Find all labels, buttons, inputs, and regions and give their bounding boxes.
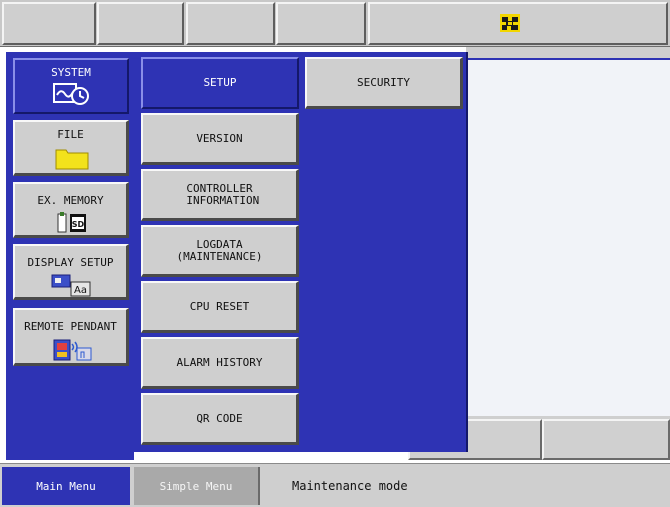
- submenu-controller-information-button[interactable]: CONTROLLER INFORMATION: [141, 169, 299, 221]
- top-button-1[interactable]: [2, 2, 96, 45]
- display-setup-icon: Aa: [51, 274, 91, 298]
- top-button-2[interactable]: [97, 2, 184, 45]
- top-button-3[interactable]: [186, 2, 275, 45]
- status-message: Maintenance mode: [292, 479, 408, 493]
- remote-pendant-icon: [53, 338, 93, 364]
- work-area: [466, 58, 670, 416]
- submenu-setup-button[interactable]: SETUP: [141, 57, 299, 109]
- status-area: [368, 2, 668, 45]
- submenu-version-button[interactable]: VERSION: [141, 113, 299, 165]
- main-menu-tab[interactable]: Main Menu: [2, 467, 130, 505]
- menu-display-setup-label: DISPLAY SETUP: [27, 256, 114, 269]
- system-icon: [53, 82, 89, 106]
- top-button-4[interactable]: [276, 2, 366, 45]
- menu-display-setup-button[interactable]: DISPLAY SETUP Aa: [13, 244, 129, 300]
- svg-text:SD: SD: [72, 220, 85, 229]
- status-cell-2: [542, 419, 670, 460]
- menu-system-label: SYSTEM: [51, 66, 91, 79]
- menu-remote-pendant-button[interactable]: REMOTE PENDANT: [13, 308, 129, 366]
- svg-text:Aa: Aa: [74, 285, 87, 296]
- submenu-qr-code-button[interactable]: QR CODE: [141, 393, 299, 445]
- sd-card-icon: SD: [57, 212, 91, 234]
- submenu-security-button[interactable]: SECURITY: [305, 57, 463, 109]
- submenu-logdata-button[interactable]: LOGDATA (MAINTENANCE): [141, 225, 299, 277]
- folder-icon: [55, 146, 89, 170]
- menu-file-button[interactable]: FILE: [13, 120, 129, 176]
- menu-ex-memory-button[interactable]: EX. MEMORY SD: [13, 182, 129, 238]
- menu-remote-pendant-label: REMOTE PENDANT: [24, 320, 117, 333]
- robot-status-icon: [499, 13, 521, 33]
- submenu-alarm-history-button[interactable]: ALARM HISTORY: [141, 337, 299, 389]
- menu-ex-memory-label: EX. MEMORY: [37, 194, 104, 207]
- menu-system-button[interactable]: SYSTEM: [13, 58, 129, 114]
- simple-menu-tab[interactable]: Simple Menu: [134, 467, 260, 505]
- submenu-cpu-reset-button[interactable]: CPU RESET: [141, 281, 299, 333]
- menu-file-label: FILE: [57, 128, 84, 141]
